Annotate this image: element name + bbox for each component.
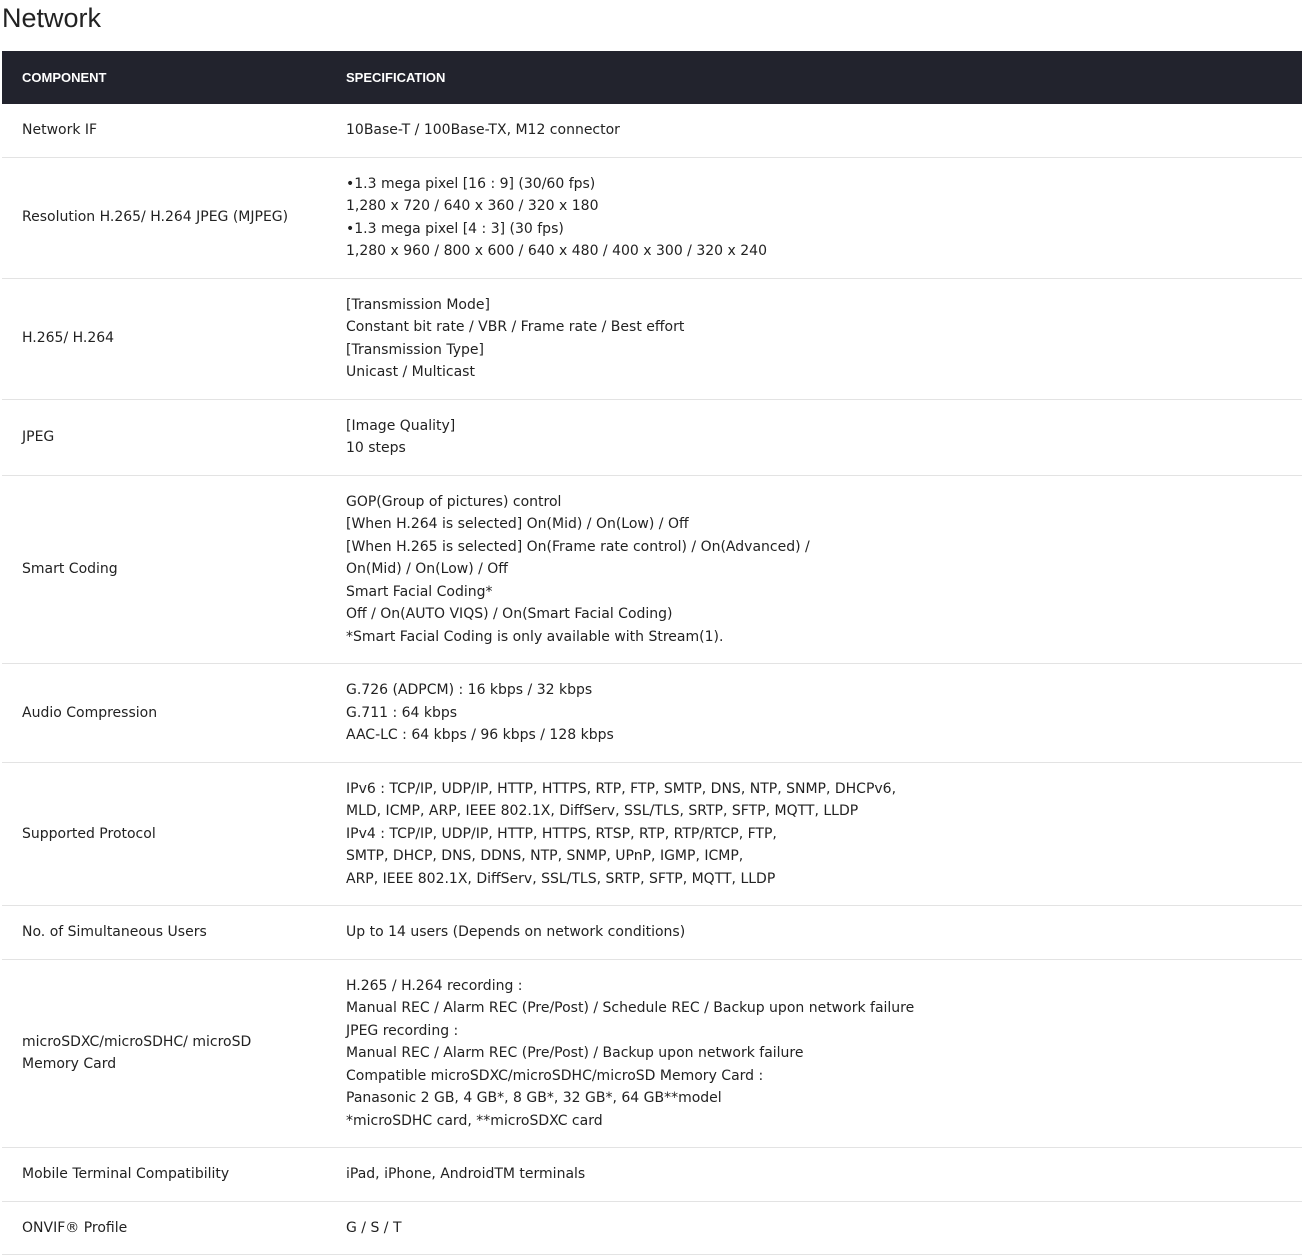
specification-line: •1.3 mega pixel [4 : 3] (30 fps) (346, 220, 564, 237)
table-row: Supported Protocol IPv6 : TCP/IP, UDP/IP,… (2, 762, 1302, 906)
specification-cell: [Transmission Mode] Constant bit rate / V… (322, 278, 1302, 400)
component-label: JPEG (22, 428, 55, 445)
component-label: Network IF (22, 122, 98, 138)
specification-line: Smart Facial Coding* (346, 583, 493, 600)
specification-line: ARP, IEEE 802.1X, DiffServ, SSL/TLS, SRT… (346, 870, 776, 887)
specification-line: On(Mid) / On(Low) / Off (346, 561, 508, 577)
specification-line: Up to 14 users (Depends on network condi… (346, 924, 686, 940)
page-title: Network (2, 3, 102, 33)
specification-cell: 10Base-T / 100Base-TX, M12 connector (322, 104, 1302, 158)
table-row: microSDXC/microSDHC/ microSD Memory Card… (2, 959, 1302, 1148)
table-row: Resolution H.265/ H.264 JPEG (MJPEG) •1.3… (2, 157, 1302, 279)
table-row: ONVIF® Profile G / S / T (2, 1201, 1302, 1255)
table-row: Audio Compression G.726 (ADPCM) : 16 kbps… (2, 663, 1302, 763)
specification-line: MLD, ICMP, ARP, IEEE 802.1X, DiffServ, S… (346, 803, 859, 819)
component-label: microSDXC/microSDHC/ microSD Memory Card (22, 1033, 252, 1073)
header-component: COMPONENT (2, 51, 322, 104)
specification-line: 10 steps (346, 440, 406, 456)
specification-line: JPEG recording : (346, 1022, 459, 1039)
component-cell: Supported Protocol (2, 762, 322, 906)
specification-table: COMPONENT SPECIFICATION Network IF 10Base… (2, 51, 1302, 1255)
specification-line: IPv4 : TCP/IP, UDP/IP, HTTP, HTTPS, RTSP… (346, 825, 777, 842)
table-header-row: COMPONENT SPECIFICATION (2, 51, 1302, 104)
component-cell: H.265/ H.264 (2, 278, 322, 400)
component-label: No. of Simultaneous Users (22, 924, 207, 940)
specification-cell: iPad, iPhone, AndroidTM terminals (322, 1147, 1302, 1202)
specification-line: *microSDHC card, **microSDXC card (346, 1112, 603, 1129)
specification-cell: IPv6 : TCP/IP, UDP/IP, HTTP, HTTPS, RTP,… (322, 762, 1302, 906)
specification-line: [When H.264 is selected] On(Mid) / On(Lo… (346, 516, 689, 532)
specification-line: G / S / T (346, 1219, 402, 1236)
specification-line: 10Base-T / 100Base-TX, M12 connector (346, 122, 620, 138)
specification-cell: •1.3 mega pixel [16 : 9] (30/60 fps) 1,28… (322, 157, 1302, 279)
component-cell: JPEG (2, 399, 322, 476)
specification-cell: G / S / T (322, 1201, 1302, 1255)
specification-cell: G.726 (ADPCM) : 16 kbps / 32 kbps G.711 :… (322, 663, 1302, 763)
specification-line: [Transmission Type] (346, 341, 484, 358)
specification-line: Compatible microSDXC/microSDHC/microSD M… (346, 1067, 764, 1084)
specification-line: iPad, iPhone, AndroidTM terminals (346, 1166, 586, 1182)
specification-line: AAC-LC : 64 kbps / 96 kbps / 128 kbps (346, 727, 614, 743)
specification-line: H.265 / H.264 recording : (346, 977, 523, 994)
table-body: Network IF 10Base-T / 100Base-TX, M12 con… (2, 104, 1302, 1255)
specification-line: SMTP, DHCP, DNS, DDNS, NTP, SNMP, UPnP, … (346, 848, 744, 864)
table-row: Mobile Terminal Compatibility iPad, iPhon… (2, 1147, 1302, 1202)
component-cell: ONVIF® Profile (2, 1201, 322, 1255)
table-row: Network IF 10Base-T / 100Base-TX, M12 con… (2, 104, 1302, 158)
specification-cell: Up to 14 users (Depends on network condi… (322, 905, 1302, 960)
component-label: ONVIF® Profile (22, 1219, 128, 1236)
specification-cell: [Image Quality] 10 steps (322, 399, 1302, 476)
specification-line: Off / On(AUTO VIQS) / On(Smart Facial Co… (346, 606, 673, 622)
specification-line: 1,280 x 720 / 640 x 360 / 320 x 180 (346, 198, 599, 214)
component-cell: microSDXC/microSDHC/ microSD Memory Card (2, 959, 322, 1148)
component-label: Audio Compression (22, 704, 158, 721)
component-label: Mobile Terminal Compatibility (22, 1166, 230, 1182)
table-row: H.265/ H.264 [Transmission Mode] Constant … (2, 278, 1302, 400)
specification-line: [When H.265 is selected] On(Frame rate c… (346, 538, 810, 555)
component-label: Smart Coding (22, 561, 118, 577)
component-cell: Resolution H.265/ H.264 JPEG (MJPEG) (2, 157, 322, 279)
component-cell: No. of Simultaneous Users (2, 905, 322, 960)
component-cell: Network IF (2, 104, 322, 158)
component-label: H.265/ H.264 (22, 330, 115, 347)
specification-line: Panasonic 2 GB, 4 GB*, 8 GB*, 32 GB*, 64… (346, 1090, 722, 1106)
component-cell: Mobile Terminal Compatibility (2, 1147, 322, 1202)
header-specification: SPECIFICATION (322, 51, 1302, 104)
specification-line: 1,280 x 960 / 800 x 600 / 640 x 480 / 40… (346, 243, 767, 259)
specification-line: Manual REC / Alarm REC (Pre/Post) / Sche… (346, 1000, 915, 1016)
table-row: No. of Simultaneous Users Up to 14 users … (2, 905, 1302, 960)
table-header: COMPONENT SPECIFICATION (2, 51, 1302, 104)
component-label: Resolution H.265/ H.264 JPEG (MJPEG) (22, 209, 289, 226)
specification-line: [Image Quality] (346, 417, 456, 434)
specification-line: Constant bit rate / VBR / Frame rate / B… (346, 319, 685, 335)
specification-line: G.726 (ADPCM) : 16 kbps / 32 kbps (346, 682, 593, 698)
table-row: JPEG [Image Quality] 10 steps (2, 399, 1302, 476)
component-cell: Smart Coding (2, 475, 322, 664)
specification-line: Manual REC / Alarm REC (Pre/Post) / Back… (346, 1045, 804, 1061)
specification-line: GOP(Group of pictures) control (346, 493, 562, 510)
table-row: Smart Coding GOP(Group of pictures) contr… (2, 475, 1302, 664)
specification-line: Unicast / Multicast (346, 364, 475, 380)
specification-line: G.711 : 64 kbps (346, 704, 458, 721)
specification-line: *Smart Facial Coding is only available w… (346, 628, 724, 645)
specification-line: IPv6 : TCP/IP, UDP/IP, HTTP, HTTPS, RTP,… (346, 780, 897, 797)
specification-cell: GOP(Group of pictures) control [When H.26… (322, 475, 1302, 664)
specification-line: [Transmission Mode] (346, 296, 490, 313)
component-label: Supported Protocol (22, 825, 156, 842)
component-cell: Audio Compression (2, 663, 322, 763)
specification-line: •1.3 mega pixel [16 : 9] (30/60 fps) (346, 175, 596, 192)
specification-cell: H.265 / H.264 recording : Manual REC / Al… (322, 959, 1302, 1148)
